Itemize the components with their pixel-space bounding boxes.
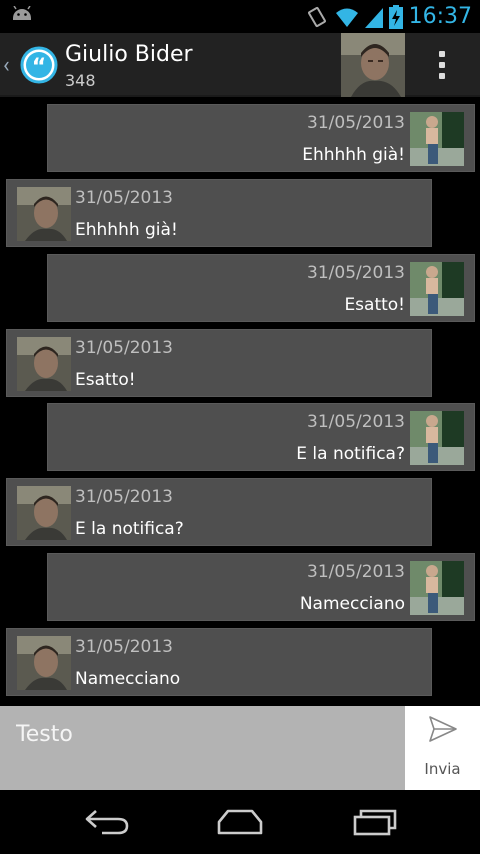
message-text: Ehhhhh già! xyxy=(302,145,405,165)
message-outgoing: 31/05/2013 Ehhhhh già! xyxy=(47,104,475,172)
message-incoming: 31/05/2013 Esatto! xyxy=(6,329,432,397)
message-text: Namecciano xyxy=(75,669,181,689)
message-outgoing: 31/05/2013 Esatto! xyxy=(47,254,475,322)
send-label: Invia xyxy=(424,760,461,778)
contact-avatar xyxy=(17,636,71,690)
overflow-menu-icon[interactable] xyxy=(430,47,454,83)
contact-number: 348 xyxy=(65,71,96,90)
signal-icon xyxy=(364,7,383,28)
message-text: Esatto! xyxy=(344,295,405,315)
app-quote-logo-icon[interactable]: “ xyxy=(20,46,58,84)
home-icon[interactable] xyxy=(215,808,265,836)
wifi-icon xyxy=(335,8,358,27)
message-text: E la notifica? xyxy=(296,444,405,464)
message-input-container xyxy=(0,706,405,790)
sender-avatar xyxy=(410,112,464,166)
message-text: E la notifica? xyxy=(75,519,184,539)
message-date: 31/05/2013 xyxy=(75,188,173,208)
vibrate-icon xyxy=(307,6,326,27)
status-bar: 16:37 xyxy=(0,0,480,33)
contact-avatar xyxy=(17,187,71,241)
message-date: 31/05/2013 xyxy=(75,487,173,507)
message-date: 31/05/2013 xyxy=(75,637,173,657)
android-icon xyxy=(13,6,31,20)
send-icon xyxy=(429,716,457,742)
message-text: Ehhhhh già! xyxy=(75,220,178,240)
message-list[interactable]: 31/05/2013 Ehhhhh già! 31/05/2013 Ehhhhh… xyxy=(0,97,480,706)
message-input[interactable] xyxy=(0,706,405,790)
message-outgoing: 31/05/2013 E la notifica? xyxy=(47,403,475,471)
svg-text:“: “ xyxy=(32,55,46,80)
recents-icon[interactable] xyxy=(352,808,398,836)
contact-avatar xyxy=(17,486,71,540)
message-incoming: 31/05/2013 E la notifica? xyxy=(6,478,432,546)
status-time: 16:37 xyxy=(408,4,472,29)
message-date: 31/05/2013 xyxy=(307,113,405,133)
sender-avatar xyxy=(410,411,464,465)
sender-avatar xyxy=(410,561,464,615)
composer: Invia xyxy=(0,706,480,790)
navigation-bar xyxy=(0,790,480,854)
contact-avatar xyxy=(17,337,71,391)
send-button[interactable]: Invia xyxy=(405,706,480,790)
battery-charging-icon xyxy=(388,4,403,29)
contact-avatar[interactable] xyxy=(341,33,405,97)
sender-avatar xyxy=(410,262,464,316)
message-date: 31/05/2013 xyxy=(75,338,173,358)
message-incoming: 31/05/2013 Ehhhhh già! xyxy=(6,179,432,247)
message-incoming: 31/05/2013 Namecciano xyxy=(6,628,432,696)
message-text: Namecciano xyxy=(299,594,405,614)
message-outgoing: 31/05/2013 Namecciano xyxy=(47,553,475,621)
message-date: 31/05/2013 xyxy=(307,263,405,283)
contact-name: Giulio Bider xyxy=(65,42,193,67)
message-text: Esatto! xyxy=(75,370,136,390)
back-chevron-icon[interactable]: ‹ xyxy=(3,53,10,78)
action-bar: ‹ “ Giulio Bider 348 xyxy=(0,33,480,97)
back-icon[interactable] xyxy=(84,808,130,836)
message-date: 31/05/2013 xyxy=(307,562,405,582)
message-date: 31/05/2013 xyxy=(307,412,405,432)
